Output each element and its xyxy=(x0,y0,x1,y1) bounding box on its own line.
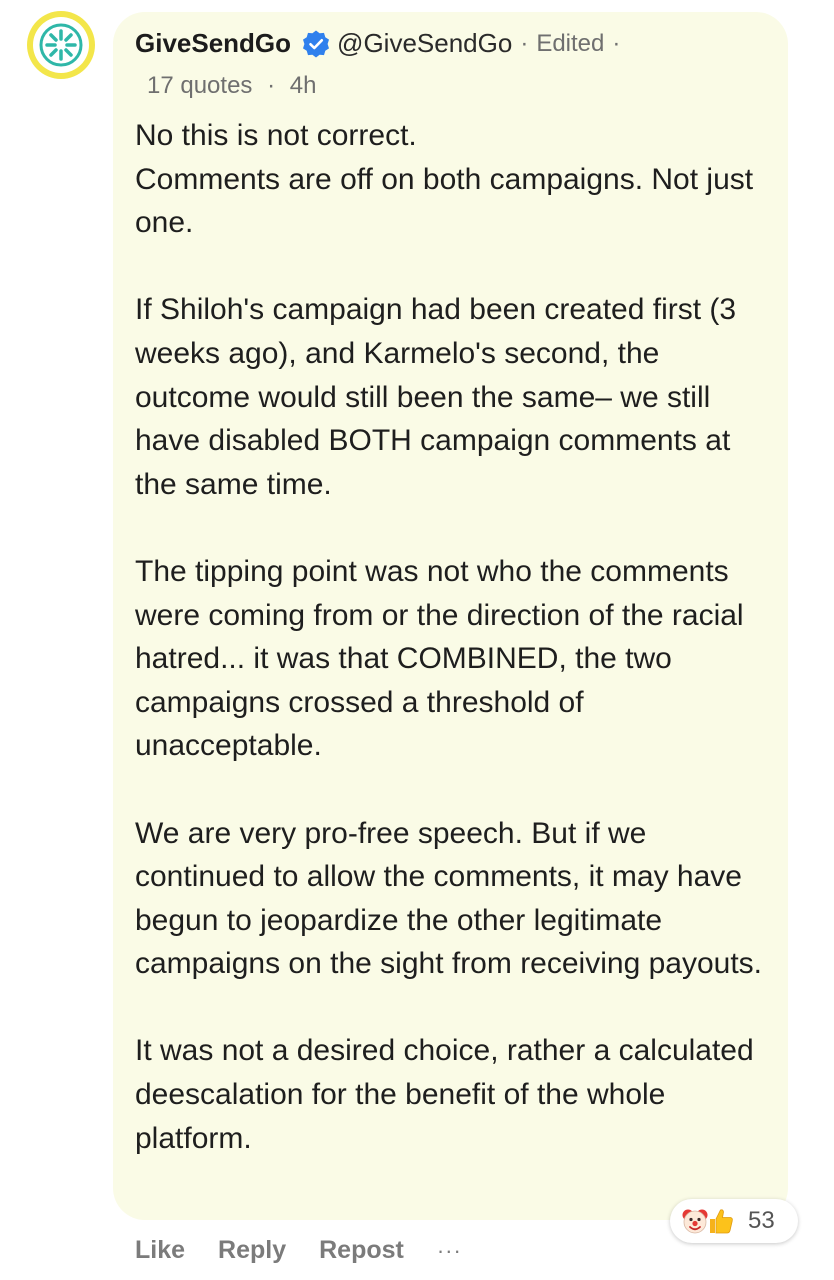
reply-button[interactable]: Reply xyxy=(218,1236,286,1265)
author-handle[interactable]: @GiveSendGo xyxy=(337,28,512,59)
comment-actions: Like Reply Repost ··· xyxy=(135,1236,462,1265)
quotes-count[interactable]: 17 quotes xyxy=(147,72,252,99)
comment-paragraph: The tipping point was not who the commen… xyxy=(135,554,744,763)
comment-header: GiveSendGo @GiveSendGo · Edited · xyxy=(135,28,628,59)
reaction-count: 53 xyxy=(748,1207,775,1234)
reactions-pill[interactable]: 53 xyxy=(670,1199,798,1243)
comment-subheader: 17 quotes · 4h xyxy=(147,72,316,100)
comment-body: No this is not correct. Comments are off… xyxy=(135,114,775,1160)
more-options-button[interactable]: ··· xyxy=(437,1238,462,1264)
comment-paragraph: If Shiloh's campaign had been created fi… xyxy=(135,293,737,501)
author-name[interactable]: GiveSendGo xyxy=(135,28,291,59)
separator-dot: · xyxy=(267,72,276,99)
comment-paragraph: No this is not correct. Comments are off… xyxy=(135,119,754,240)
edited-label: Edited xyxy=(536,29,605,57)
separator-dot: · xyxy=(612,29,621,57)
author-avatar[interactable] xyxy=(27,11,95,79)
comment-paragraph: We are very pro-free speech. But if we c… xyxy=(135,816,762,981)
separator-dot: · xyxy=(520,29,529,57)
thumbs-up-emoji-icon xyxy=(706,1206,736,1236)
repost-button[interactable]: Repost xyxy=(319,1236,404,1265)
verified-badge-icon xyxy=(301,29,331,59)
timestamp: 4h xyxy=(289,72,317,99)
like-button[interactable]: Like xyxy=(135,1236,185,1265)
givesendgo-logo-icon xyxy=(33,17,89,73)
comment-paragraph: It was not a desired choice, rather a ca… xyxy=(135,1034,754,1155)
